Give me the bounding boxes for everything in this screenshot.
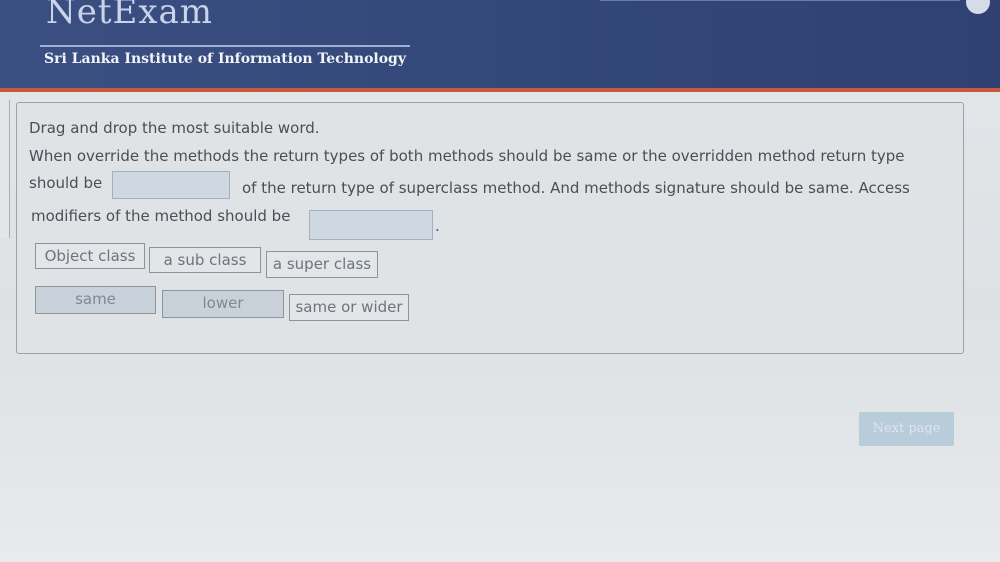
header-banner: NetExam Sri Lanka Institute of Informati… (0, 0, 1000, 92)
choice-a-super-class[interactable]: a super class (266, 251, 378, 278)
header-accent-line (0, 88, 1000, 92)
choice-a-sub-class[interactable]: a sub class (149, 247, 261, 273)
choice-lower[interactable]: lower (162, 290, 284, 318)
next-page-button[interactable]: Next page (859, 412, 954, 446)
drop-zone-1[interactable] (112, 171, 230, 199)
question-text-line-3: modifiers of the method should be (31, 207, 291, 225)
drop-zone-2[interactable] (309, 210, 433, 240)
brand-logo: NetExam (46, 0, 214, 32)
choice-same[interactable]: same (35, 286, 156, 314)
choice-same-or-wider[interactable]: same or wider (289, 294, 409, 321)
question-panel: Drag and drop the most suitable word. Wh… (16, 102, 964, 354)
question-text-line-1: When override the methods the return typ… (29, 147, 905, 165)
choice-object-class[interactable]: Object class (35, 243, 145, 269)
left-side-strip (0, 100, 10, 238)
brand-divider (40, 45, 410, 47)
question-instruction: Drag and drop the most suitable word. (29, 119, 320, 137)
institute-name: Sri Lanka Institute of Information Techn… (44, 51, 406, 67)
question-text-line-2-end: of the return type of superclass method.… (242, 179, 910, 197)
question-text-period: . (435, 217, 440, 235)
user-avatar-icon[interactable] (966, 0, 990, 14)
header-divider (600, 0, 960, 1)
question-text-line-2-start: should be (29, 174, 103, 192)
netexam-page: NetExam Sri Lanka Institute of Informati… (0, 0, 1000, 562)
